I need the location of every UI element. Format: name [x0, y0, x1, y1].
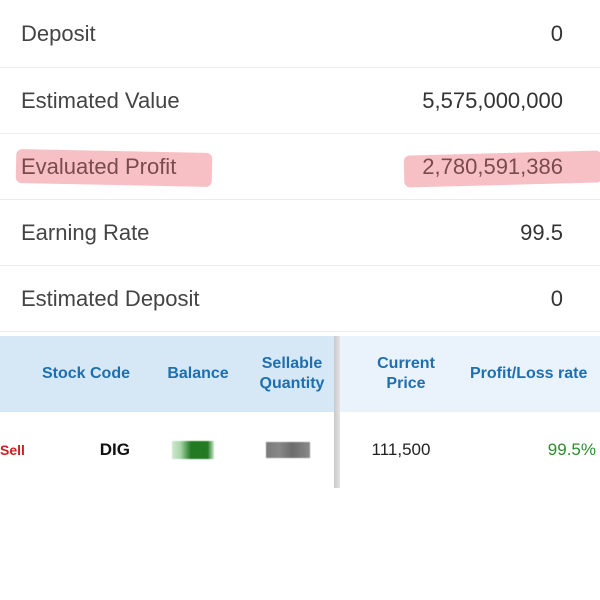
holdings-table[interactable]: Stock Code Balance Sellable Quantity Cur…	[0, 336, 600, 488]
sellable-quantity-redacted	[266, 442, 310, 458]
summary-row-earning-rate: Earning Rate 99.5	[0, 200, 600, 266]
table-row[interactable]: Sell DIG 111,500 99.5%	[0, 412, 600, 488]
evaluated-profit-label: Evaluated Profit	[21, 153, 177, 179]
sell-button[interactable]: Sell	[0, 412, 30, 488]
table-header: Stock Code Balance Sellable Quantity Cur…	[0, 336, 600, 412]
column-header-profit-loss-rate[interactable]: Profit/Loss rate	[470, 336, 600, 412]
estimated-deposit-value: 0	[550, 285, 563, 311]
deposit-label: Deposit	[21, 20, 96, 46]
summary-row-deposit: Deposit 0	[0, 0, 600, 68]
column-header-balance[interactable]: Balance	[160, 336, 236, 412]
earning-rate-value: 99.5	[520, 219, 563, 245]
estimated-value-value: 5,575,000,000	[422, 87, 563, 113]
column-header-sellable-quantity[interactable]: Sellable Quantity	[250, 336, 334, 412]
earning-rate-label: Earning Rate	[21, 219, 150, 245]
deposit-value: 0	[550, 20, 563, 46]
estimated-deposit-label: Estimated Deposit	[21, 285, 200, 311]
summary-row-estimated-value: Estimated Value 5,575,000,000	[0, 68, 600, 134]
account-summary: Deposit 0 Estimated Value 5,575,000,000 …	[0, 0, 600, 332]
balance-redacted	[172, 441, 214, 459]
summary-row-estimated-deposit: Estimated Deposit 0	[0, 266, 600, 332]
column-header-stock-code[interactable]: Stock Code	[38, 336, 134, 412]
stock-code-cell: DIG	[99, 440, 130, 459]
estimated-value-label: Estimated Value	[21, 87, 180, 113]
evaluated-profit-value: 2,780,591,386	[422, 153, 563, 179]
column-header-current-price[interactable]: Current Price	[362, 336, 450, 412]
summary-row-evaluated-profit: Evaluated Profit 2,780,591,386	[0, 134, 600, 200]
current-price-cell: 111,500	[371, 440, 431, 459]
frozen-column-divider	[334, 336, 340, 488]
profit-loss-rate-cell: 99.5%	[547, 440, 596, 459]
